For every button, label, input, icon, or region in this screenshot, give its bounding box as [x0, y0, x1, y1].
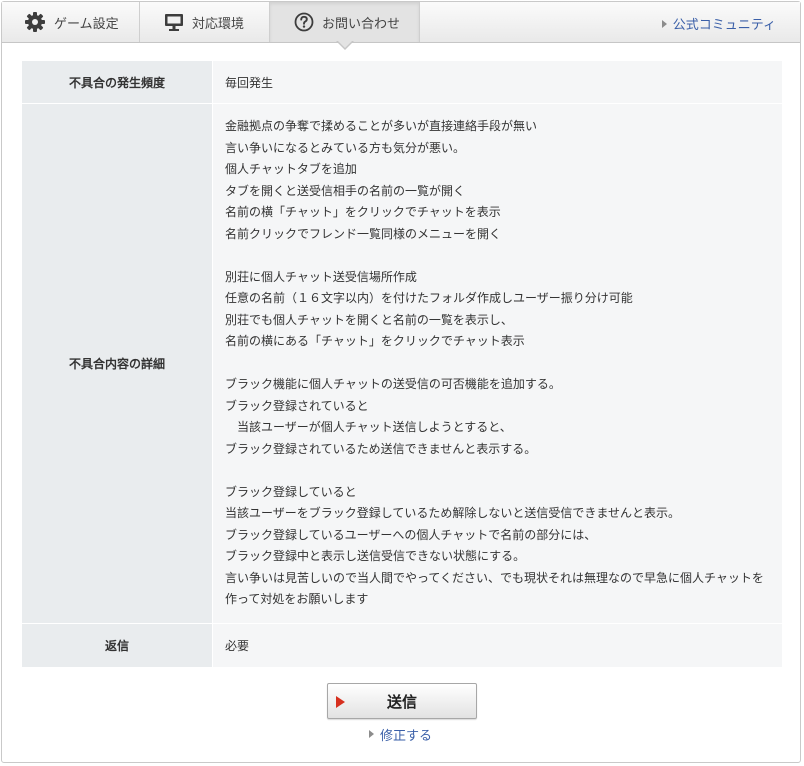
- detail-line: ブラック登録していると: [225, 484, 357, 499]
- detail-value: 金融拠点の争奪で揉めることが多いが直接連絡手段が無い 言い争いになるとみている方も…: [212, 103, 782, 624]
- send-button[interactable]: 送信: [327, 683, 477, 719]
- detail-line: 別荘に個人チャット送受信場所作成: [225, 269, 417, 284]
- detail-line: [225, 245, 770, 267]
- detail-line: 別荘でも個人チャットを開くと名前の一覧を表示し、: [225, 312, 513, 327]
- detail-line: ブラック登録中と表示し送信受信できない状態にする。: [225, 549, 526, 563]
- reply-value: 必要: [212, 623, 782, 668]
- detail-line: 金融拠点の争奪で揉めることが多いが直接連絡手段が無い: [225, 119, 538, 133]
- gear-icon: [24, 11, 46, 33]
- detail-line: ブラック登録しているユーザーへの個人チャットで名前の部分には、: [225, 527, 597, 542]
- arrow-right-icon: [661, 19, 667, 28]
- edit-link-label: 修正する: [380, 728, 433, 744]
- detail-line: ブラック登録されていると: [225, 398, 369, 413]
- detail-line: 作って対処をお願いします: [225, 592, 369, 606]
- detail-line: 個人チャットタブを追加: [225, 162, 357, 176]
- detail-line: 名前の横にある「チャット」をクリックでチャット表示: [225, 334, 525, 348]
- monitor-icon: [164, 12, 184, 32]
- detail-line: 言い争いは見苦しいので当人間でやってください、でも現状それは無理なので早急に個人…: [225, 570, 764, 585]
- tab-game-settings[interactable]: ゲーム設定: [2, 2, 140, 42]
- detail-line: 当該ユーザーが個人チャット送信しようとすると、: [225, 420, 512, 434]
- frequency-label: 不具合の発生頻度: [22, 61, 213, 104]
- frequency-value: 毎回発生: [212, 61, 782, 104]
- tab-contact-label: お問い合わせ: [322, 16, 401, 32]
- tab-contact[interactable]: お問い合わせ: [270, 2, 420, 42]
- community-link-label: 公式コミュニティ: [672, 18, 776, 33]
- detail-line: 名前クリックでフレンド一覧同様のメニューを開く: [225, 226, 502, 241]
- detail-line: ブラック機能に個人チャットの送受信の可否機能を追加する。: [225, 377, 561, 391]
- tab-environment-label: 対応環境: [192, 16, 245, 32]
- send-button-label: 送信: [386, 692, 417, 711]
- arrow-right-icon: [369, 730, 374, 738]
- detail-line: 当該ユーザーをブラック登録しているため解除しないと送信受信できませんと表示。: [225, 506, 681, 520]
- detail-line: 言い争いになるとみている方も気分が悪い。: [225, 140, 466, 155]
- table-row-frequency: 不具合の発生頻度 毎回発生: [22, 61, 782, 104]
- active-tab-pointer: [337, 40, 353, 48]
- detail-line: タブを開くと送受信相手の名前の一覧が開く: [225, 183, 466, 198]
- inquiry-confirm-table: 不具合の発生頻度 毎回発生 不具合内容の詳細 金融拠点の争奪で揉めることが多いが…: [22, 61, 782, 668]
- table-row-detail: 不具合内容の詳細 金融拠点の争奪で揉めることが多いが直接連絡手段が無い 言い争いに…: [22, 103, 782, 624]
- tab-game-settings-label: ゲーム設定: [54, 16, 119, 32]
- tab-bar: ゲーム設定 対応環境 お問い合わせ 公式コミュニティ: [2, 2, 800, 43]
- table-row-reply: 返信 必要: [22, 623, 782, 668]
- play-arrow-icon: [336, 696, 345, 708]
- detail-text: 金融拠点の争奪で揉めることが多いが直接連絡手段が無い 言い争いになるとみている方も…: [225, 116, 770, 611]
- community-link[interactable]: 公式コミュニティ: [661, 14, 776, 33]
- detail-line: [225, 460, 770, 482]
- question-circle-icon: [294, 12, 314, 32]
- edit-link[interactable]: 修正する: [369, 724, 432, 744]
- detail-label: 不具合内容の詳細: [22, 103, 213, 624]
- detail-line: ブラック登録されているため送信できませんと表示する。: [225, 441, 537, 456]
- detail-line: 任意の名前（１６文字以内）を付けたフォルダ作成しユーザー振り分け可能: [225, 291, 633, 305]
- tab-environment[interactable]: 対応環境: [140, 2, 270, 42]
- detail-line: [225, 353, 770, 375]
- reply-label: 返信: [22, 623, 213, 668]
- detail-line: 名前の横「チャット」をクリックでチャットを表示: [225, 205, 501, 219]
